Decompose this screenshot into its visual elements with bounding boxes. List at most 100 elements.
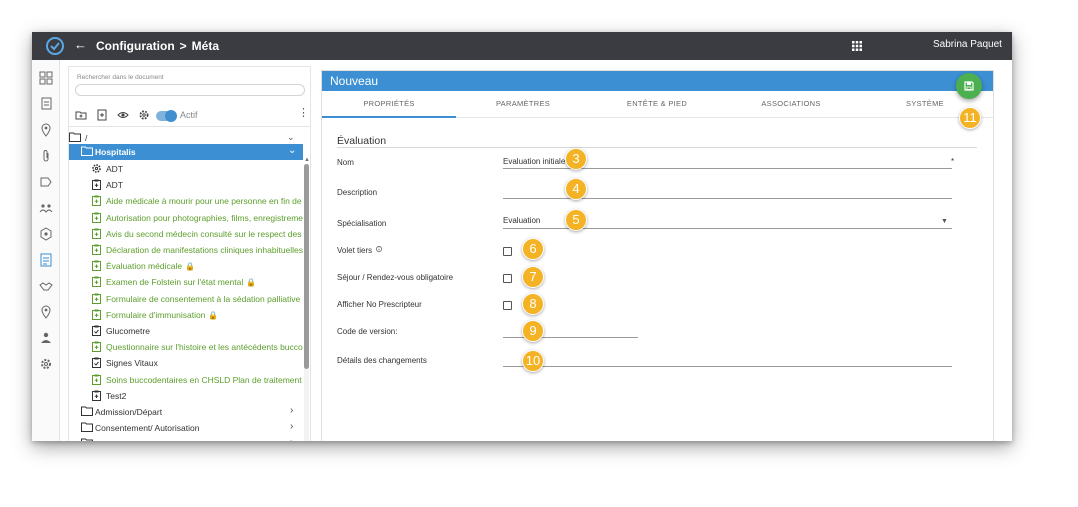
tree-document-item[interactable]: Examen de Folstein sur l'état mental 🔒	[91, 274, 303, 290]
section-divider	[337, 147, 977, 148]
callout-badge: 10	[522, 350, 544, 372]
save-button[interactable]	[956, 73, 982, 99]
nav-rail	[32, 60, 60, 441]
chevron-down-icon[interactable]: ⌄	[287, 132, 295, 143]
tree-document-label: Avis du second médecin consulté sur le r…	[106, 228, 303, 239]
folder-icon	[69, 132, 81, 142]
tree-document-item[interactable]: Test2	[91, 388, 303, 404]
forms-icon[interactable]	[39, 253, 53, 267]
tree-document-label: ADT	[106, 180, 123, 191]
save-icon	[964, 81, 974, 91]
sejour-checkbox[interactable]	[503, 274, 512, 283]
tree-document-item[interactable]: Déclaration de manifestations cliniques …	[91, 242, 303, 258]
user-name[interactable]: Sabrina Paquet	[933, 39, 1002, 50]
settings-icon[interactable]	[39, 357, 53, 371]
dropdown-arrow-icon[interactable]: ▼	[941, 218, 948, 225]
new-document-icon[interactable]	[96, 109, 108, 121]
form-icon	[91, 374, 102, 387]
form-icon	[91, 244, 102, 257]
checklist-icon	[91, 325, 102, 338]
module-icon[interactable]	[39, 227, 53, 241]
settings-icon	[91, 163, 102, 176]
breadcrumb: Configuration > Méta	[96, 39, 219, 53]
tree-document-item[interactable]: Soins buccodentaires en CHSLD Plan de tr…	[91, 372, 303, 388]
checklist-icon	[91, 357, 102, 370]
form-icon	[91, 212, 102, 225]
chevron-right-icon[interactable]: ›	[290, 405, 293, 416]
tree-folder-item[interactable]: Consentement/ Autorisation ›	[81, 420, 301, 436]
scroll-up-icon[interactable]: ▲	[304, 157, 310, 163]
tree-document-item[interactable]: ADT	[91, 161, 303, 177]
scrollbar-thumb[interactable]	[304, 164, 309, 369]
nom-field[interactable]: Evaluation initiale	[503, 157, 565, 166]
eye-icon[interactable]	[117, 109, 129, 121]
user-admin-icon[interactable]	[39, 331, 53, 345]
tree-folder-hospitalis[interactable]: Hospitalis ⌄	[69, 144, 303, 160]
tag-icon[interactable]	[39, 175, 53, 189]
tree-document-item[interactable]: Autorisation pour photographies, films, …	[91, 210, 303, 226]
tab-entete-pied[interactable]: ENTÊTE & PIED	[590, 99, 724, 108]
handshake-icon[interactable]	[39, 279, 53, 293]
form-icon	[91, 309, 102, 322]
volet-tiers-checkbox[interactable]	[503, 247, 512, 256]
arrow-left-icon[interactable]: ←	[74, 37, 87, 52]
people-icon[interactable]	[39, 201, 53, 215]
required-mark: *	[951, 157, 955, 166]
tree-document-item[interactable]: Signes Vitaux	[91, 355, 303, 371]
tree-document-label: Autorisation pour photographies, films, …	[106, 212, 303, 223]
form-icon	[91, 228, 102, 241]
tree-document-item[interactable]: Aide médicale à mourir pour une personne…	[91, 193, 303, 209]
tree-document-item[interactable]: ADT	[91, 177, 303, 193]
search-input[interactable]	[75, 84, 305, 96]
active-toggle-label: Actif	[180, 110, 198, 120]
tree-folder-label: Hospitalis	[95, 147, 136, 157]
documents-icon[interactable]	[39, 97, 53, 111]
chevron-down-icon[interactable]: ⌄	[288, 145, 296, 156]
tree-scrollbar[interactable]	[304, 164, 309, 441]
tree-document-item[interactable]: Évaluation médicale 🔒	[91, 258, 303, 274]
breadcrumb-item[interactable]: Configuration	[96, 39, 175, 53]
tree-document-label: ADT	[106, 164, 123, 174]
dashboard-icon[interactable]	[39, 71, 53, 85]
tree-document-item[interactable]: Formulaire de consentement à la sédation…	[91, 291, 303, 307]
tree-folder-label: Admission/Départ	[95, 407, 163, 417]
location-pin-icon[interactable]	[39, 123, 53, 137]
lock-icon: 🔒	[208, 310, 219, 320]
tab-proprietes[interactable]: PROPRIÉTÉS	[322, 99, 456, 108]
chevron-right-icon[interactable]: ›	[290, 421, 293, 432]
tree-folder-item[interactable]: Numérisation ›	[81, 436, 301, 441]
volet-tiers-label: Volet tiers	[337, 246, 383, 255]
form-icon	[91, 341, 102, 354]
grid-icon[interactable]	[852, 41, 862, 51]
form-icon	[91, 260, 102, 273]
settings-icon[interactable]	[138, 109, 150, 121]
afficher-checkbox[interactable]	[503, 301, 512, 310]
folder-icon	[81, 146, 93, 156]
tree-toolbar: Actif ⋮	[69, 103, 310, 127]
callout-badge: 7	[522, 266, 544, 288]
tree-document-label: Soins buccodentaires en CHSLD Plan de tr…	[106, 374, 303, 385]
active-toggle[interactable]	[156, 110, 177, 122]
tree-document-item[interactable]: Avis du second médecin consulté sur le r…	[91, 226, 303, 242]
info-icon[interactable]	[376, 246, 383, 252]
callout-badge: 3	[565, 148, 587, 170]
tab-associations[interactable]: ASSOCIATIONS	[724, 99, 858, 108]
tree-document-item[interactable]: Formulaire d'immunisation 🔒	[91, 307, 303, 323]
form-header: Nouveau	[322, 71, 993, 91]
more-options-icon[interactable]: ⋮	[298, 108, 309, 119]
specialisation-select[interactable]: Evaluation	[503, 216, 540, 225]
tree-document-item[interactable]: Questionnaire sur l'histoire et les anté…	[91, 339, 303, 355]
tree-document-label: Examen de Folstein sur l'état mental	[106, 277, 244, 288]
chevron-right-icon[interactable]: ›	[290, 437, 293, 441]
tree-document-label: Déclaration de manifestations cliniques …	[106, 245, 303, 255]
tree-document-label: Formulaire d'immunisation	[106, 309, 206, 320]
new-folder-icon[interactable]	[75, 109, 87, 121]
attachment-icon[interactable]	[39, 149, 53, 163]
check-circle-icon[interactable]	[45, 36, 65, 56]
tree-document-item[interactable]: Glucometre	[91, 323, 303, 339]
tab-parametres[interactable]: PARAMÈTRES	[456, 99, 590, 108]
tree-folder-item[interactable]: Admission/Départ ›	[81, 404, 301, 420]
tree-document-label: Test2	[106, 390, 127, 401]
details-underline	[503, 366, 952, 367]
location-pin-icon[interactable]	[39, 305, 53, 319]
